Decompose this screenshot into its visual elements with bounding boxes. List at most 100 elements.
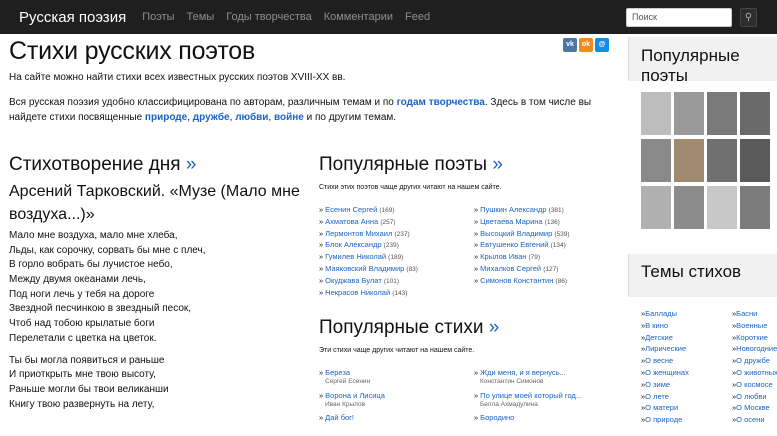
- theme-link[interactable]: О матери: [645, 403, 678, 412]
- poem-of-day-title: Арсений Тарковский. «Музе (Мало мне возд…: [9, 183, 300, 223]
- nav-link-poets[interactable]: Поэты: [142, 11, 174, 23]
- theme-link[interactable]: О весне: [645, 356, 673, 365]
- theme-link[interactable]: Детские: [645, 333, 673, 342]
- nav-link-feed[interactable]: Feed: [405, 11, 430, 23]
- magnifier-icon: ⚲: [744, 12, 753, 23]
- poet-photo[interactable]: [707, 139, 737, 182]
- theme-link[interactable]: Короткие: [736, 333, 768, 342]
- poet-link[interactable]: Ахматова Анна: [325, 217, 378, 226]
- poet-photo[interactable]: [641, 92, 671, 135]
- search-button[interactable]: ⚲: [740, 8, 757, 27]
- theme-link[interactable]: Военные: [736, 321, 767, 330]
- poet-link[interactable]: Пушкин Александр: [480, 205, 546, 214]
- poem-count: (136): [544, 218, 560, 226]
- poet-link[interactable]: Есенин Сергей: [325, 205, 377, 214]
- popular-poems-list-2: » Жди меня, и я вернусь... Константин Симо…: [474, 368, 582, 436]
- years-link[interactable]: годам творчества: [397, 97, 485, 108]
- popular-poets-more-link[interactable]: »: [492, 154, 503, 175]
- poem-link[interactable]: Дай бог!: [325, 413, 354, 422]
- theme-link[interactable]: Лирические: [645, 344, 686, 353]
- poet-photo[interactable]: [707, 186, 737, 229]
- bullet-icon: »: [319, 275, 324, 285]
- poet-photo[interactable]: [641, 139, 671, 182]
- poet-link[interactable]: Окуджава Булат: [325, 276, 382, 285]
- poet-link[interactable]: Некрасов Николай: [325, 288, 390, 297]
- poet-photo[interactable]: [674, 186, 704, 229]
- nav-link-comments[interactable]: Комментарии: [324, 11, 393, 23]
- theme-link-love[interactable]: любви: [235, 112, 268, 123]
- poet-photo[interactable]: [674, 139, 704, 182]
- poet-photo[interactable]: [641, 186, 671, 229]
- theme-link[interactable]: Баллады: [645, 309, 677, 318]
- bullet-icon: »: [474, 228, 479, 238]
- list-item: »Басни: [732, 309, 777, 321]
- theme-link[interactable]: О Москве: [736, 403, 770, 412]
- poet-link[interactable]: Высоцкий Владимир: [480, 229, 552, 238]
- brand-link[interactable]: Русская поэзия: [19, 9, 126, 26]
- sidebar-popular-poets-heading: Популярные поэты: [641, 46, 740, 85]
- list-item: »Детские: [641, 333, 689, 345]
- theme-link[interactable]: О любви: [736, 392, 766, 401]
- poet-photo[interactable]: [674, 92, 704, 135]
- poet-link[interactable]: Блок Александр: [325, 240, 381, 249]
- poem-of-day-more-link[interactable]: »: [186, 154, 197, 175]
- poet-photo[interactable]: [740, 92, 770, 135]
- theme-link[interactable]: Новогодние: [736, 344, 777, 353]
- sidebar-themes-heading: Темы стихов: [641, 262, 742, 281]
- theme-link[interactable]: О лете: [645, 392, 669, 401]
- poet-link[interactable]: Михалков Сергей: [480, 264, 541, 273]
- poet-link[interactable]: Цветаева Марина: [480, 217, 542, 226]
- nav-link-themes[interactable]: Темы: [187, 11, 215, 23]
- theme-link-nature[interactable]: природе: [145, 112, 187, 123]
- poem-count: (539): [554, 230, 570, 238]
- theme-link[interactable]: Басни: [736, 309, 757, 318]
- poet-link[interactable]: Евтушенко Евгений: [480, 240, 548, 249]
- bullet-icon: »: [319, 287, 324, 297]
- bullet-icon: »: [474, 216, 479, 226]
- bullet-icon: »: [474, 413, 479, 423]
- list-item: » Симонов Константин (86): [474, 276, 570, 288]
- poem-link[interactable]: Жди меня, и я вернусь...: [480, 368, 566, 377]
- intro-text-1: На сайте можно найти стихи всех известны…: [9, 72, 346, 83]
- poem-link[interactable]: Ворона и Лисица: [325, 391, 385, 400]
- poem-author: Иван Крылов: [325, 400, 366, 408]
- theme-link[interactable]: О животных: [736, 368, 777, 377]
- list-item: » Лермонтов Михаил (237): [319, 229, 418, 241]
- theme-link-war[interactable]: войне: [274, 112, 304, 123]
- list-item: »О природе: [641, 415, 689, 427]
- list-item: » Есенин Сергей (169): [319, 205, 418, 217]
- poem-link[interactable]: Бородино: [480, 413, 514, 422]
- vk-share-icon[interactable]: vk: [563, 38, 577, 52]
- poem-count: (143): [392, 289, 408, 297]
- poet-link[interactable]: Гумилев Николай: [325, 252, 386, 261]
- poem-author: Сергей Есенин: [325, 378, 371, 385]
- poet-photo[interactable]: [740, 139, 770, 182]
- list-item: »О космосе: [732, 380, 777, 392]
- theme-link[interactable]: В кино: [645, 321, 668, 330]
- ok-share-icon[interactable]: ok: [579, 38, 593, 52]
- theme-link-friendship[interactable]: дружбе: [193, 112, 230, 123]
- popular-poems-more-link[interactable]: »: [489, 317, 500, 338]
- search-input[interactable]: Поиск: [626, 8, 732, 27]
- poem-count: (237): [394, 230, 410, 238]
- list-item: » По улице моей который год... Белла Ахмад…: [474, 391, 582, 414]
- mail-share-icon[interactable]: @: [595, 38, 609, 52]
- list-item: » Береза Сергей Есенин: [319, 368, 385, 391]
- theme-link[interactable]: О дружбе: [736, 356, 770, 365]
- poet-photo[interactable]: [707, 92, 737, 135]
- poet-link[interactable]: Маяковский Владимир: [325, 264, 404, 273]
- theme-link[interactable]: О женщинах: [645, 368, 689, 377]
- bullet-icon: »: [474, 368, 479, 377]
- poem-link[interactable]: Береза: [325, 368, 350, 377]
- bullet-icon: »: [319, 413, 324, 423]
- list-item: » Михалков Сергей (127): [474, 264, 570, 276]
- nav-link-years[interactable]: Годы творчества: [226, 11, 311, 23]
- theme-link[interactable]: О зиме: [645, 380, 670, 389]
- theme-link[interactable]: О космосе: [736, 380, 772, 389]
- list-item: » Дай бог!: [319, 413, 385, 436]
- poet-link[interactable]: Крылов Иван: [480, 252, 526, 261]
- poem-link[interactable]: По улице моей который год...: [480, 391, 582, 400]
- poet-link[interactable]: Симонов Константин: [480, 276, 553, 285]
- poet-link[interactable]: Лермонтов Михаил: [325, 229, 392, 238]
- poet-photo[interactable]: [740, 186, 770, 229]
